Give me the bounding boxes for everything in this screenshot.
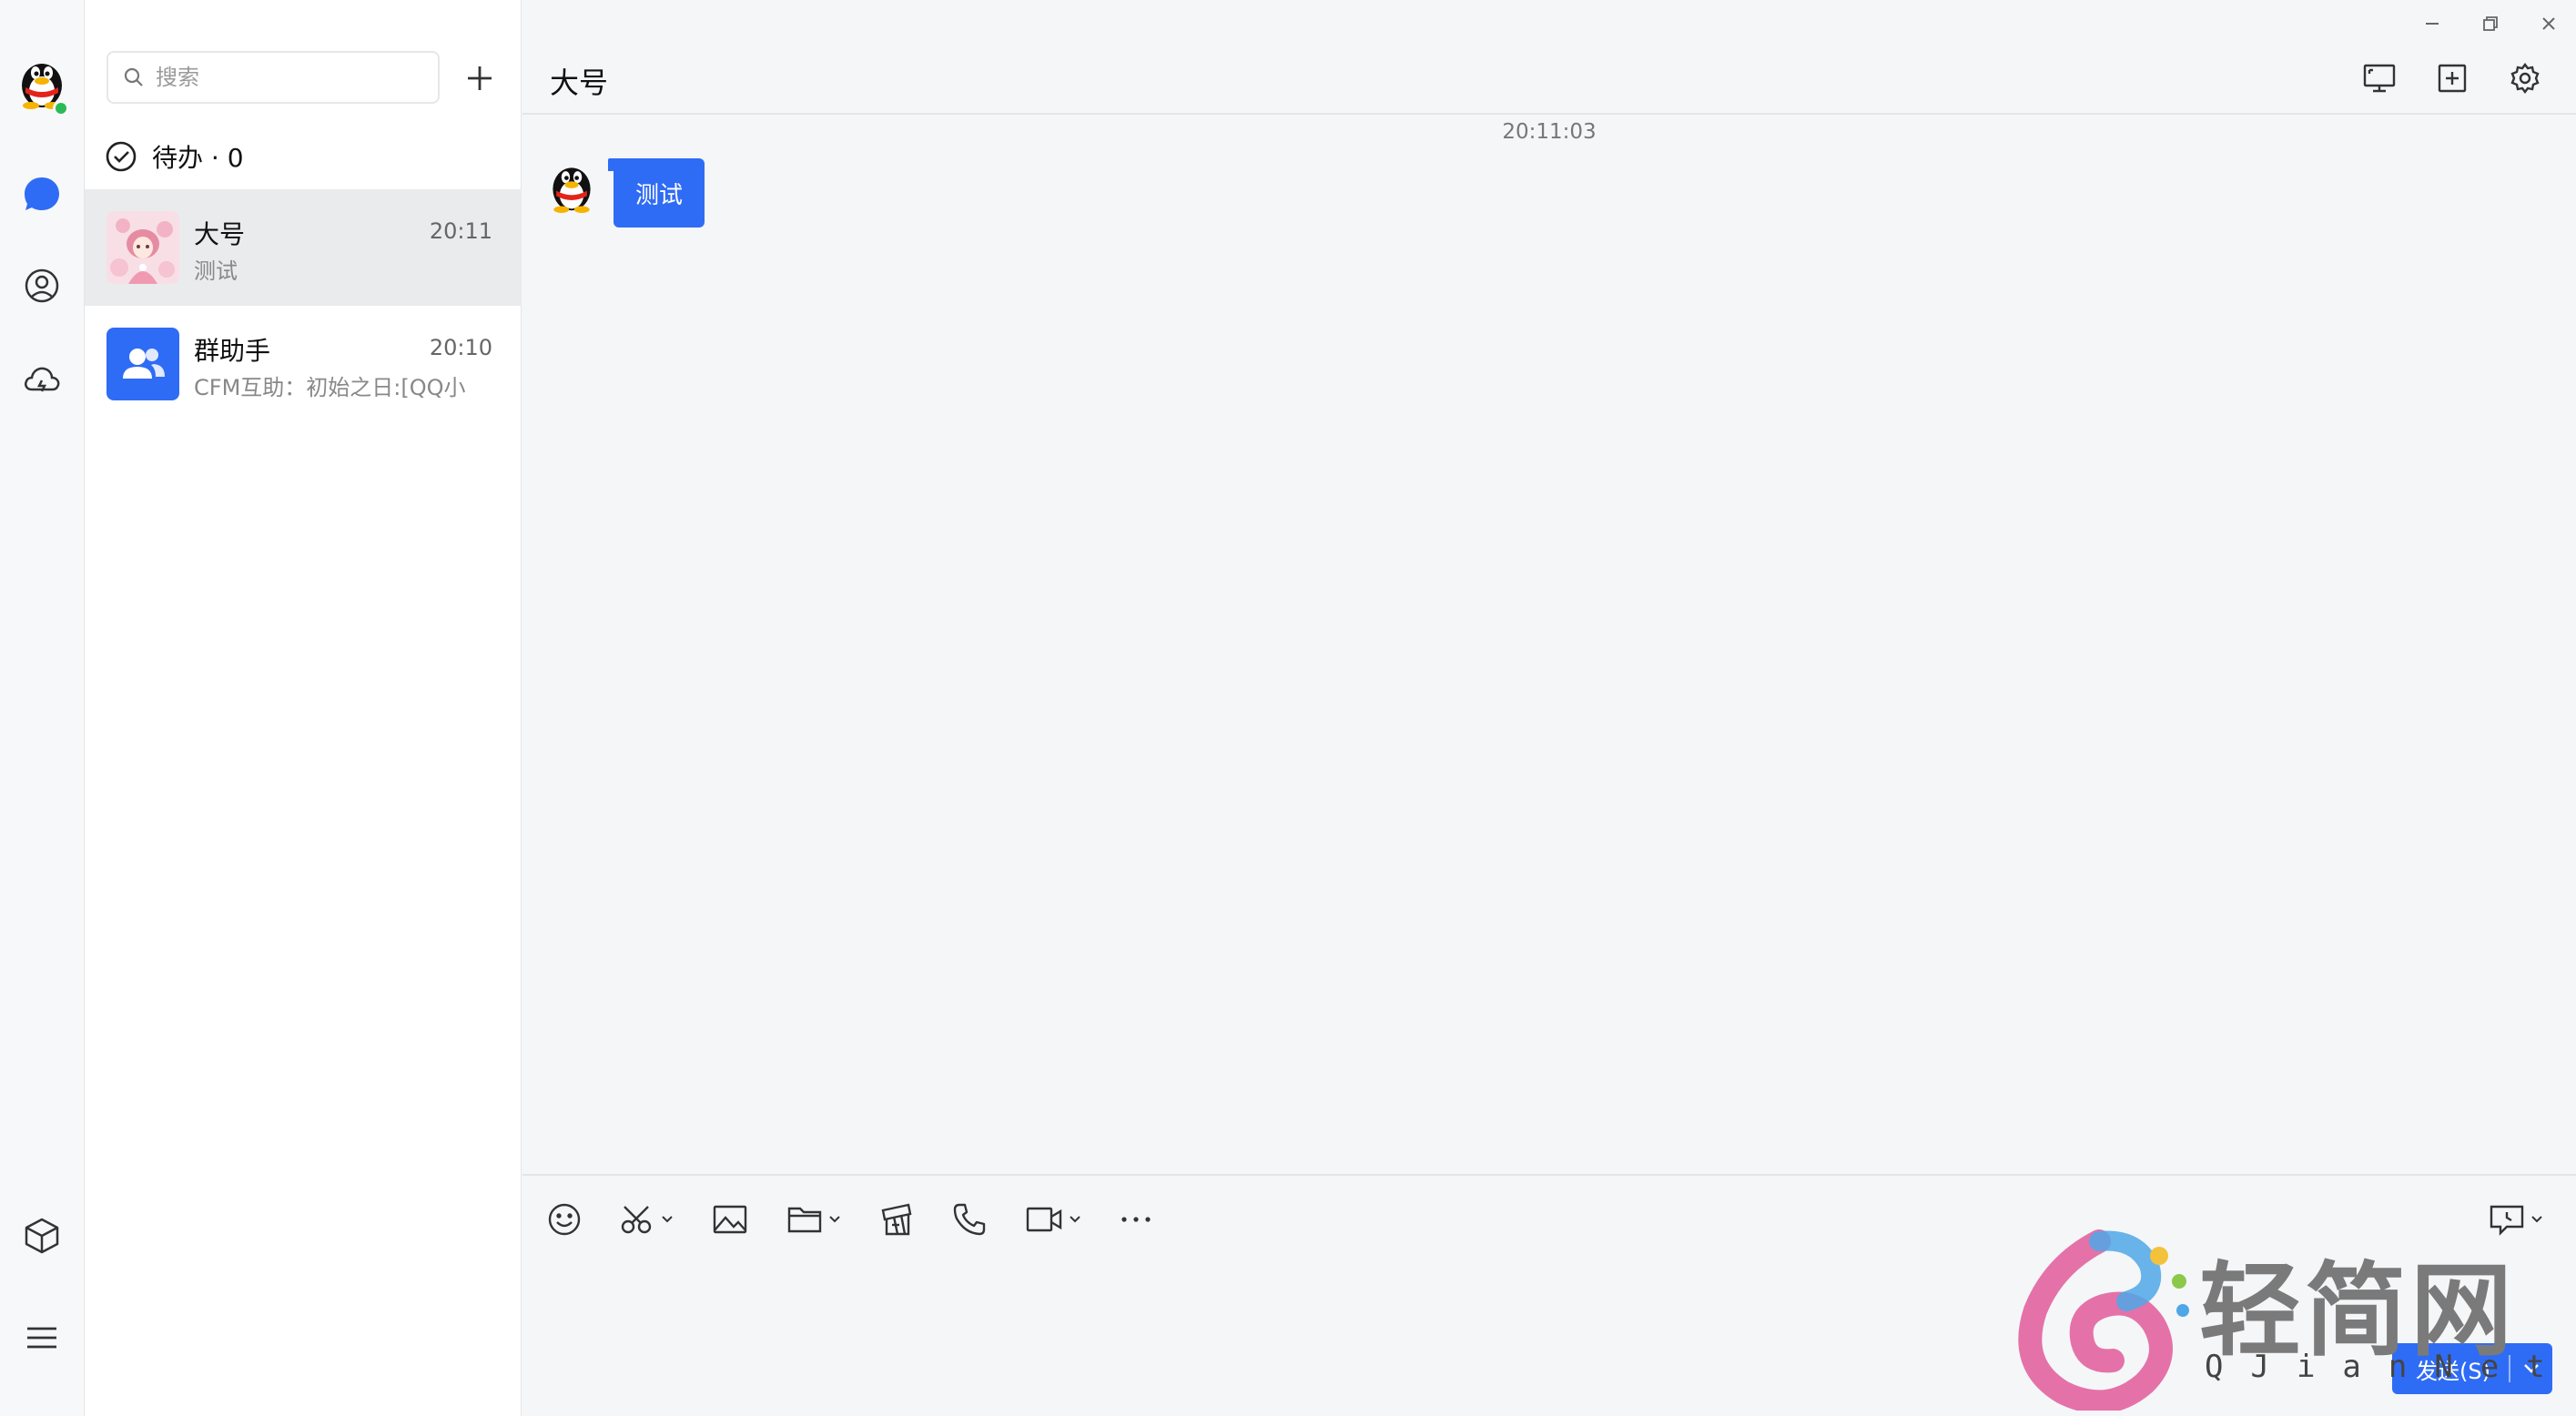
conversation-avatar [106,328,179,400]
message-composer: 发送(S) [522,1174,2576,1416]
emoji-icon [548,1203,581,1236]
add-button[interactable] [458,56,502,100]
todo-label: 待办 · 0 [152,143,244,173]
chat-title: 大号 [550,66,609,100]
gear-icon [2510,63,2540,94]
add-box-icon [2438,64,2467,93]
search-icon [124,67,143,86]
nav-messages-button[interactable] [20,173,64,217]
contact-icon [25,268,59,303]
phone-icon [953,1203,986,1236]
conversation-time: 20:11 [429,218,492,244]
cube-icon [25,1218,59,1254]
message-bubble[interactable]: 测试 [607,158,705,228]
chat-settings-button[interactable] [2503,56,2547,100]
conversation-avatar [106,211,179,284]
image-icon [713,1205,747,1234]
hamburger-icon [27,1327,56,1349]
close-icon [2542,17,2555,30]
message-text: 测试 [635,181,684,209]
nav-cloud-button[interactable] [20,357,64,400]
screenshot-button[interactable] [619,1194,674,1245]
conversation-item[interactable]: 大号 20:11 测试 [85,189,522,306]
minimize-icon [2426,23,2439,25]
video-call-button[interactable] [1025,1194,1081,1245]
sender-avatar[interactable] [544,158,599,213]
message-timestamp: 20:11:03 [1502,120,1597,144]
gift-box-icon [881,1203,912,1236]
emoji-button[interactable] [546,1194,583,1245]
red-packet-button[interactable] [877,1194,914,1245]
message-input[interactable] [544,1259,2401,1369]
conversation-name: 大号 [194,219,246,249]
search-box[interactable] [106,51,440,104]
chevron-down-icon [2524,1364,2539,1373]
plus-icon [468,66,492,90]
conversation-item[interactable]: 群助手 20:10 CFM互助：初始之日:[QQ小 [85,306,522,422]
conversation-preview: CFM互助：初始之日:[QQ小 [194,375,466,400]
more-dots-icon [1121,1217,1151,1222]
chevron-down-icon [1070,1216,1080,1223]
check-circle-icon [106,141,137,172]
folder-icon [787,1207,822,1233]
restore-icon [2483,16,2498,31]
chat-panel: 大号 20:11:03 测试 发送(S) [522,0,2576,1416]
conversation-preview: 测试 [194,258,238,284]
anime-avatar-icon [106,211,179,284]
online-status-dot [53,100,69,116]
send-button[interactable]: 发送(S) [2392,1343,2552,1394]
video-camera-icon [1026,1207,1062,1232]
conversation-name: 群助手 [194,336,271,366]
history-button[interactable] [2489,1194,2543,1245]
chevron-down-icon [829,1216,840,1223]
screen-share-button[interactable] [2358,56,2401,100]
nav-contacts-button[interactable] [20,264,64,308]
group-icon [123,349,165,379]
more-button[interactable] [1120,1194,1152,1245]
close-button[interactable] [2530,5,2567,42]
search-input[interactable] [156,65,429,90]
minimize-button[interactable] [2414,5,2450,42]
file-button[interactable] [786,1194,841,1245]
conversation-list-panel: 待办 · 0 大号 20:11 测试 [85,0,522,1416]
nav-menu-button[interactable] [20,1316,64,1360]
add-member-button[interactable] [2430,56,2474,100]
image-button[interactable] [712,1194,748,1245]
scissors-icon [621,1206,652,1234]
chat-bubble-icon [25,177,59,210]
todo-entry[interactable]: 待办 · 0 [105,137,244,177]
send-options-button[interactable] [2510,1363,2552,1374]
chevron-down-icon [662,1216,673,1223]
chat-history-icon [2490,1205,2524,1236]
screen-share-icon [2363,64,2396,93]
conversation-time: 20:10 [429,335,492,360]
nav-apps-button[interactable] [20,1214,64,1258]
send-label: 发送(S) [2416,1358,2490,1384]
voice-call-button[interactable] [952,1194,987,1245]
nav-rail [0,0,85,1416]
chat-header: 大号 [522,0,2576,115]
cloud-icon [25,367,60,392]
restore-button[interactable] [2472,5,2509,42]
chevron-down-icon [2531,1216,2542,1223]
